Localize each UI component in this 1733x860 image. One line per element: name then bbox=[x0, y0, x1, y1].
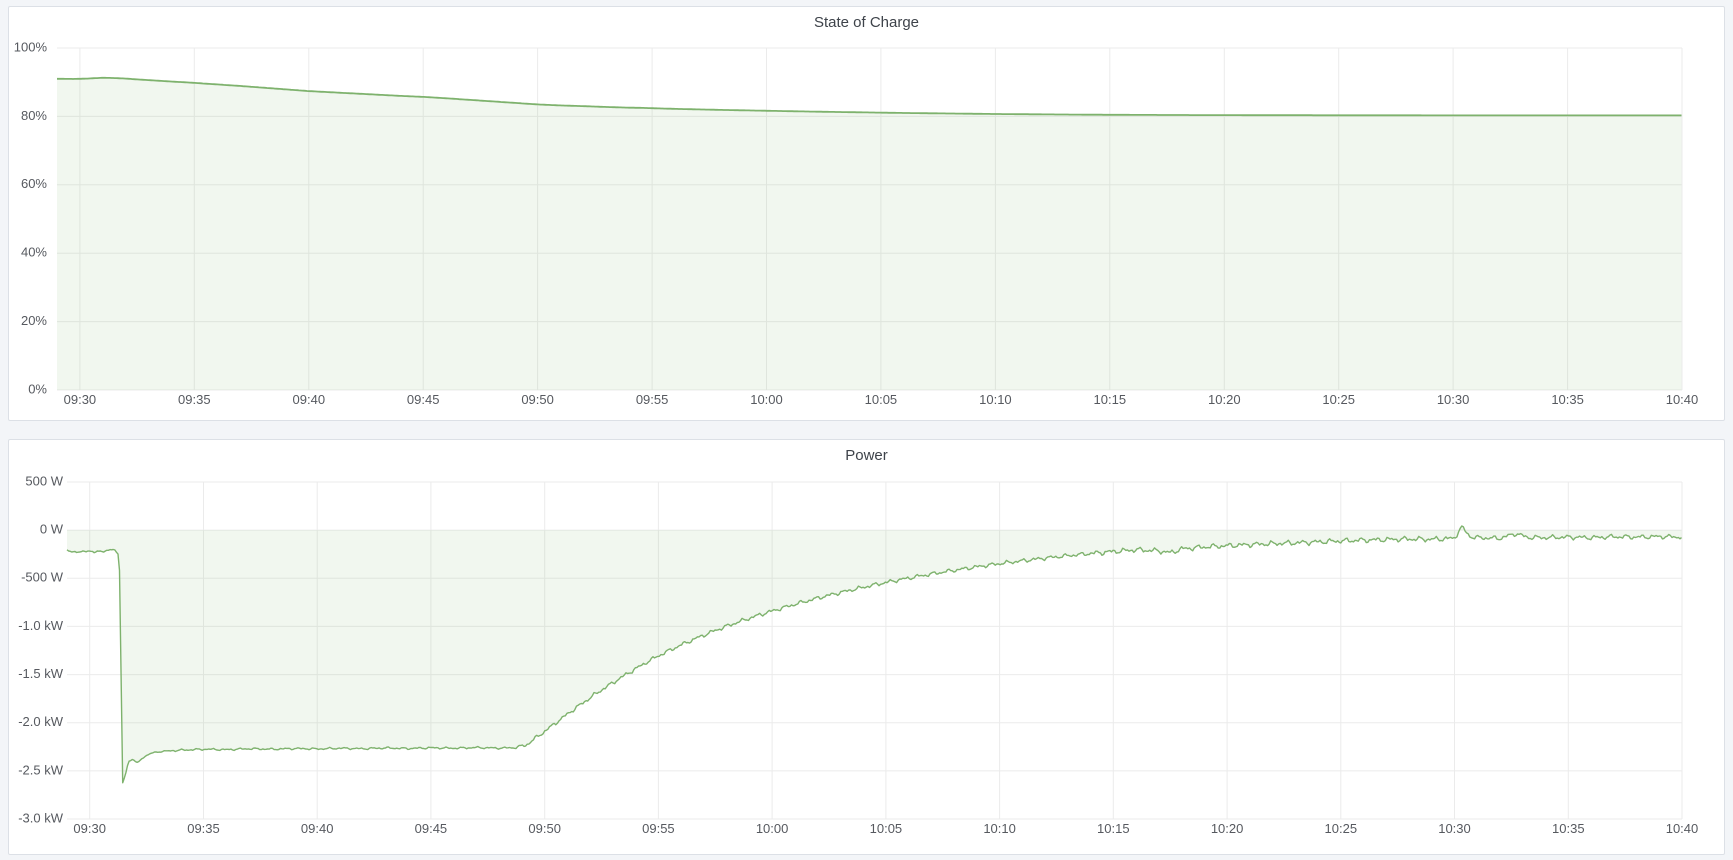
panel-title-power[interactable]: Power bbox=[9, 440, 1724, 470]
svg-text:10:25: 10:25 bbox=[1325, 821, 1358, 836]
svg-text:-1.5 kW: -1.5 kW bbox=[18, 666, 64, 681]
y-axis-labels: 500 W 0 W -500 W -1.0 kW -1.5 kW -2.0 kW -2.5 … bbox=[18, 473, 64, 825]
svg-text:20%: 20% bbox=[21, 313, 47, 328]
svg-text:09:40: 09:40 bbox=[301, 821, 334, 836]
svg-text:09:35: 09:35 bbox=[187, 821, 220, 836]
svg-text:10:00: 10:00 bbox=[756, 821, 789, 836]
svg-text:10:10: 10:10 bbox=[979, 392, 1012, 407]
svg-text:09:55: 09:55 bbox=[636, 392, 669, 407]
panel-state-of-charge: State of Charge 0%20%40%60%80%100%09:300… bbox=[8, 6, 1725, 421]
svg-text:-2.0 kW: -2.0 kW bbox=[18, 714, 64, 729]
area-fill bbox=[57, 78, 1682, 390]
y-axis-labels: 0% 20% 40% 60% 80% 100% bbox=[14, 39, 48, 396]
dashboard: { "page": { "background_color": "#f3f5f8… bbox=[0, 0, 1733, 860]
x-axis-labels: 09:30 09:35 09:40 09:45 09:50 09:55 10:00 10:05… bbox=[73, 821, 1698, 836]
svg-text:-1.0 kW: -1.0 kW bbox=[18, 618, 64, 633]
svg-text:0 W: 0 W bbox=[40, 522, 64, 537]
svg-text:09:40: 09:40 bbox=[293, 392, 326, 407]
svg-text:10:20: 10:20 bbox=[1211, 821, 1244, 836]
svg-text:10:15: 10:15 bbox=[1097, 821, 1130, 836]
power-chart-canvas[interactable]: 500 W 0 W -500 W -1.0 kW -1.5 kW -2.0 kW -2.5 … bbox=[9, 470, 1724, 854]
x-axis-labels: 09:30 09:35 09:40 09:45 09:50 09:55 10:00 10:05… bbox=[64, 392, 1699, 407]
svg-text:-2.5 kW: -2.5 kW bbox=[18, 762, 64, 777]
svg-text:10:40: 10:40 bbox=[1666, 392, 1699, 407]
svg-text:09:30: 09:30 bbox=[73, 821, 106, 836]
svg-text:10:30: 10:30 bbox=[1438, 821, 1471, 836]
svg-text:10:10: 10:10 bbox=[983, 821, 1016, 836]
svg-text:10:05: 10:05 bbox=[865, 392, 898, 407]
panel-power: Power 500 W 0 W -500 W -1.0 kW -1.5 kW -2.0 k… bbox=[8, 439, 1725, 855]
panel-title-state-of-charge[interactable]: State of Charge bbox=[9, 7, 1724, 37]
svg-text:09:30: 09:30 bbox=[64, 392, 97, 407]
svg-text:100%: 100% bbox=[14, 39, 48, 54]
svg-text:10:30: 10:30 bbox=[1437, 392, 1470, 407]
svg-text:09:45: 09:45 bbox=[415, 821, 448, 836]
svg-text:10:05: 10:05 bbox=[870, 821, 903, 836]
svg-text:10:00: 10:00 bbox=[750, 392, 783, 407]
state-of-charge-chart-canvas[interactable]: 0%20%40%60%80%100%09:3009:3509:4009:4509… bbox=[9, 37, 1724, 420]
area-fill bbox=[67, 526, 1682, 783]
svg-text:-3.0 kW: -3.0 kW bbox=[18, 810, 64, 825]
svg-text:60%: 60% bbox=[21, 176, 47, 191]
svg-text:10:20: 10:20 bbox=[1208, 392, 1241, 407]
svg-text:09:45: 09:45 bbox=[407, 392, 440, 407]
svg-text:10:40: 10:40 bbox=[1666, 821, 1699, 836]
svg-text:-500 W: -500 W bbox=[21, 570, 64, 585]
svg-text:10:15: 10:15 bbox=[1094, 392, 1127, 407]
svg-text:40%: 40% bbox=[21, 245, 47, 260]
svg-text:10:35: 10:35 bbox=[1552, 821, 1585, 836]
svg-text:10:25: 10:25 bbox=[1322, 392, 1355, 407]
svg-text:500 W: 500 W bbox=[25, 473, 63, 488]
svg-text:09:35: 09:35 bbox=[178, 392, 211, 407]
svg-text:09:50: 09:50 bbox=[528, 821, 561, 836]
svg-text:80%: 80% bbox=[21, 108, 47, 123]
svg-text:0%: 0% bbox=[28, 381, 47, 396]
svg-text:09:50: 09:50 bbox=[521, 392, 554, 407]
svg-text:10:35: 10:35 bbox=[1551, 392, 1584, 407]
svg-text:09:55: 09:55 bbox=[642, 821, 675, 836]
